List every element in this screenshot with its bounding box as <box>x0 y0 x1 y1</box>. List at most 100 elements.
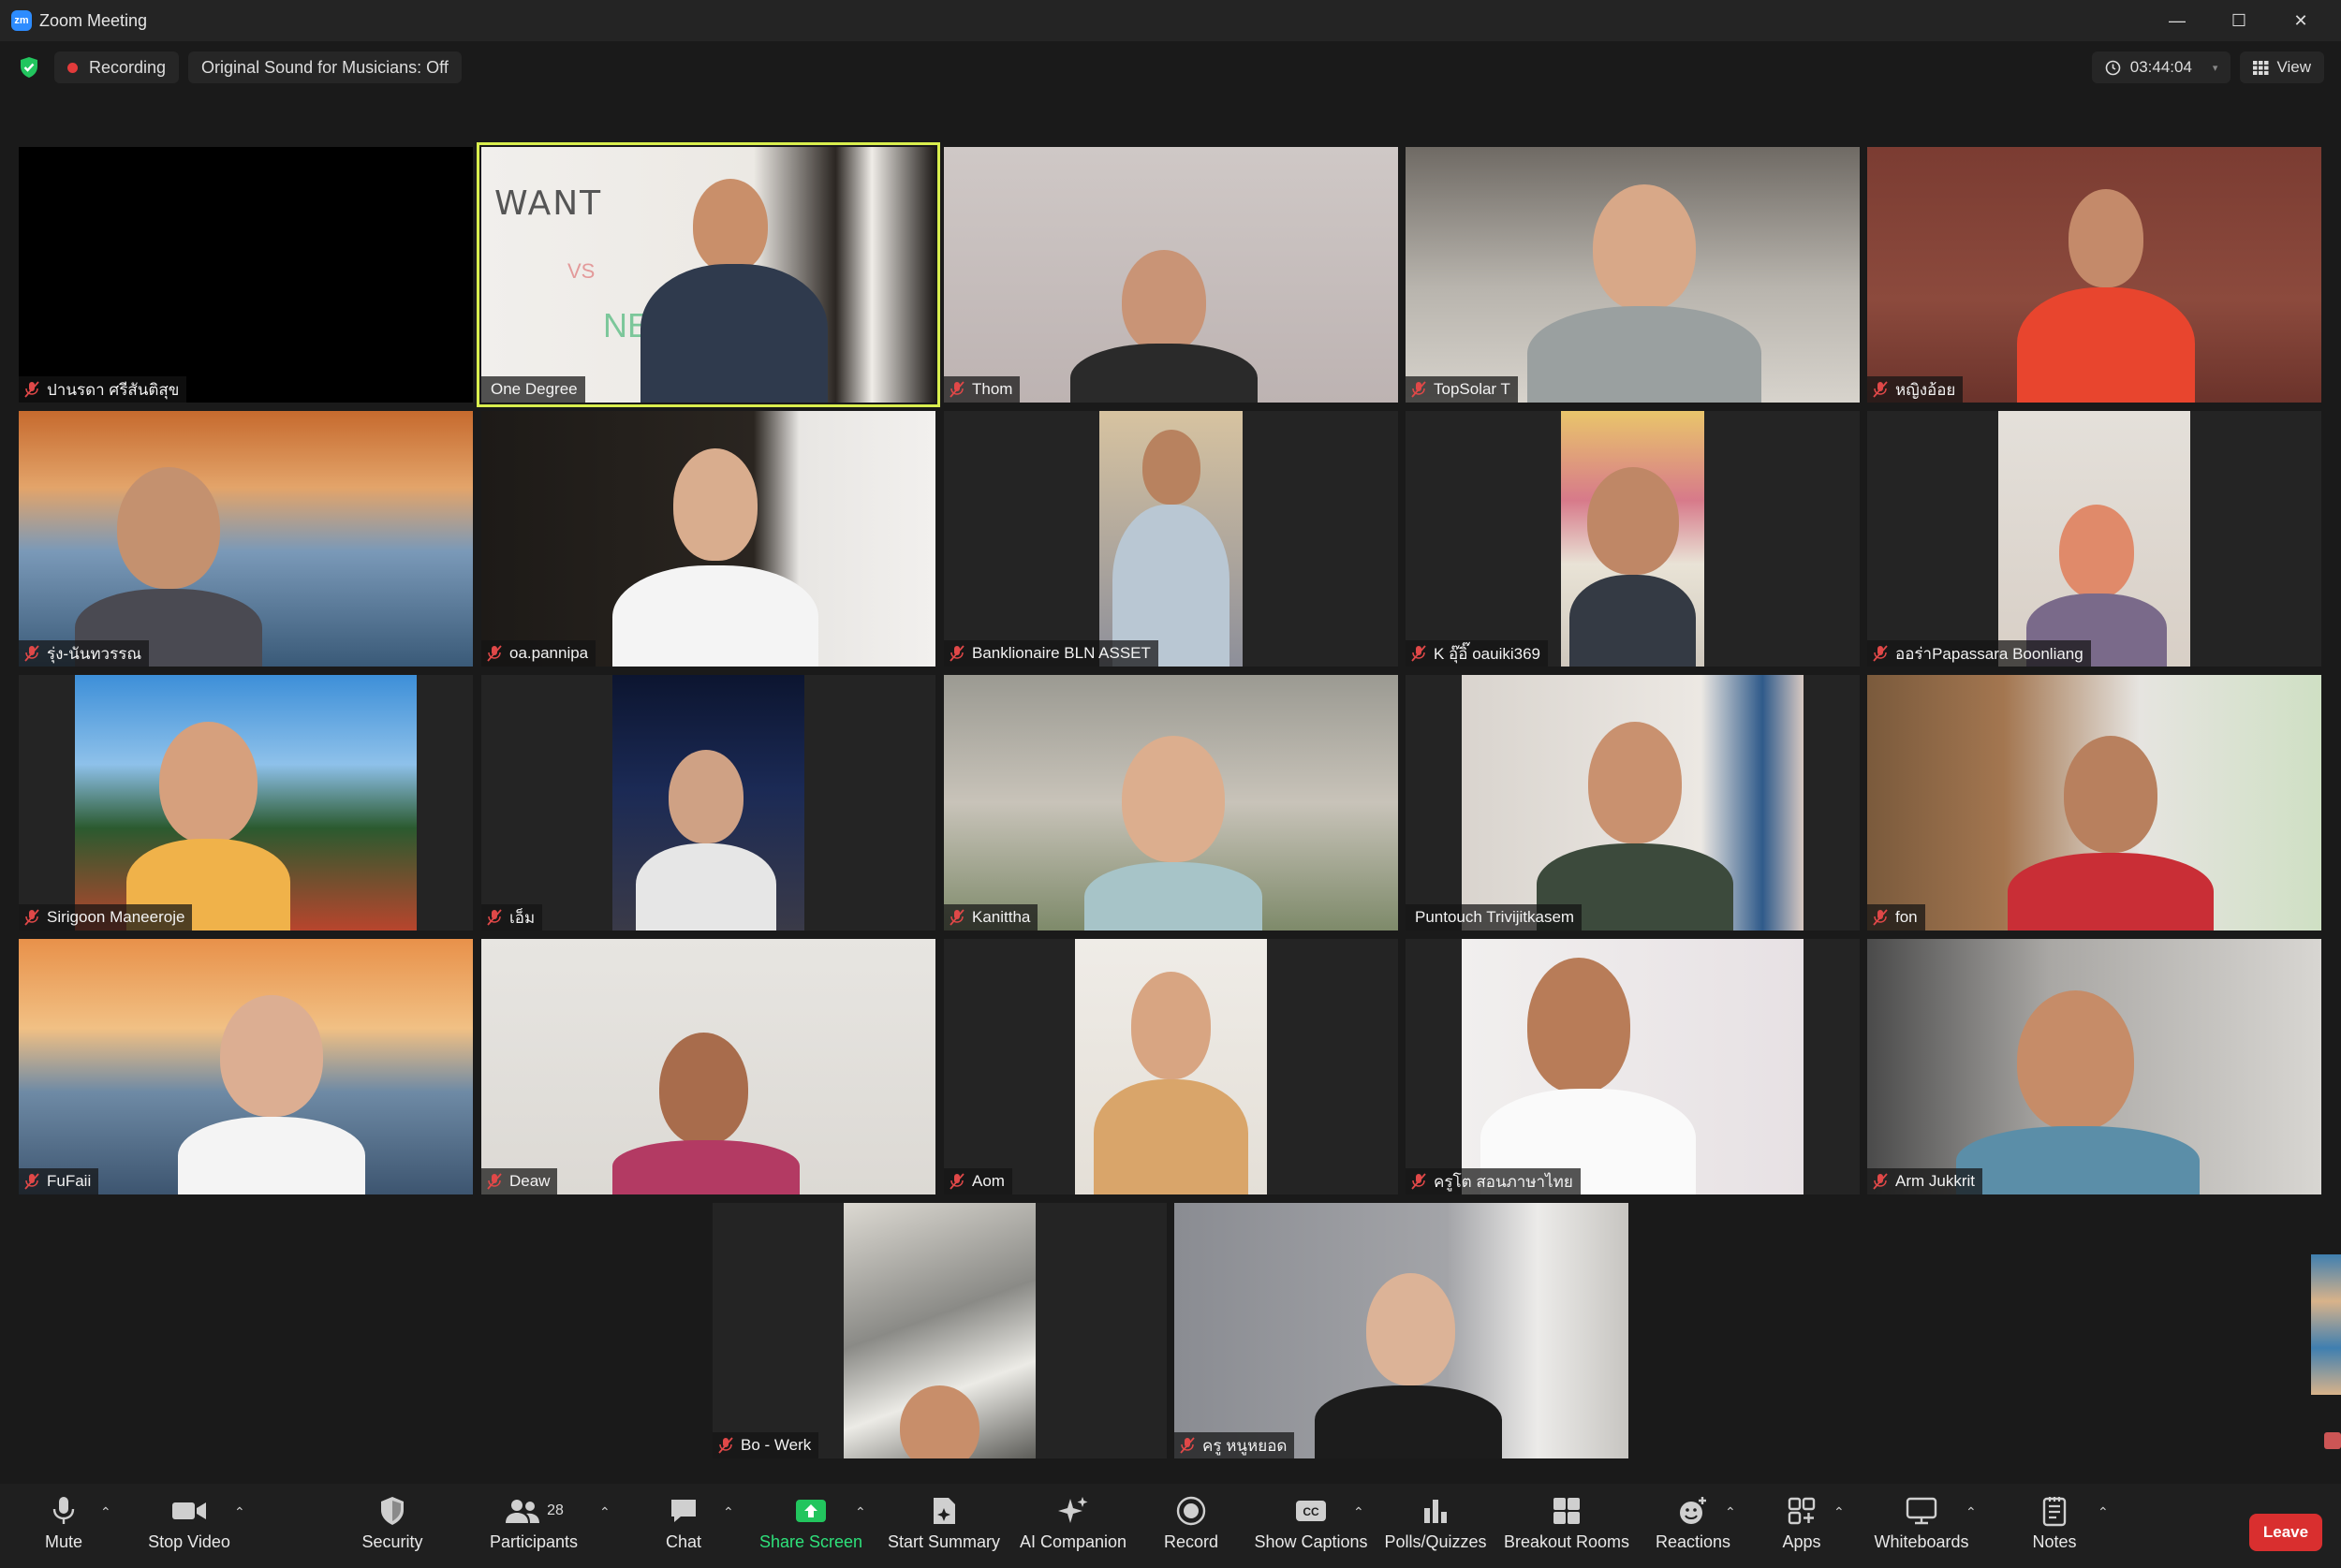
polls-quizzes-button[interactable]: Polls/Quizzes <box>1375 1495 1496 1552</box>
participant-name-bar: Sirigoon Maneeroje <box>19 904 193 931</box>
apps-label: Apps <box>1782 1532 1821 1551</box>
participant-name: FuFaii <box>47 1172 92 1190</box>
start-summary-button[interactable]: Start Summary <box>883 1495 1005 1552</box>
participant-tile[interactable]: FuFaii <box>19 939 473 1194</box>
share-screen-button[interactable]: Share Screen <box>750 1495 872 1552</box>
breakout-rooms-button[interactable]: Breakout Rooms <box>1504 1495 1629 1552</box>
participant-tile[interactable]: ออร่าPapassara Boonliang <box>1867 411 2321 667</box>
security-button[interactable]: Security <box>331 1495 453 1552</box>
minimize-button[interactable]: — <box>2146 0 2208 41</box>
participant-tile[interactable]: Thom <box>944 147 1398 403</box>
participant-video <box>178 1117 365 1194</box>
chevron-down-icon: ▾ <box>2212 62 2218 74</box>
participant-name: K อุ๊อิ๊ oauiki369 <box>1434 644 1540 663</box>
participant-name: ครูโต สอนภาษาไทย <box>1434 1172 1573 1191</box>
mic-muted-icon <box>718 1437 733 1454</box>
captions-options-chevron-icon[interactable]: ⌃ <box>1353 1504 1364 1520</box>
video-camera-icon <box>172 1502 206 1519</box>
whiteboards-button[interactable]: Whiteboards <box>1861 1495 1982 1552</box>
participant-video <box>1593 184 1696 311</box>
mic-muted-icon <box>1180 1437 1195 1454</box>
meeting-timer[interactable]: 03:44:04 ▾ <box>2091 51 2231 83</box>
participant-name: Deaw <box>509 1172 551 1190</box>
video-options-chevron-icon[interactable]: ⌃ <box>234 1504 245 1520</box>
participant-name-bar: ครูโต สอนภาษาไทย <box>1406 1168 1581 1194</box>
maximize-button[interactable]: ☐ <box>2208 0 2270 41</box>
share-screen-icon <box>796 1500 826 1522</box>
mute-options-chevron-icon[interactable]: ⌃ <box>100 1504 111 1520</box>
participant-name-bar: oa.pannipa <box>481 640 596 667</box>
microphone-icon <box>52 1497 75 1524</box>
participant-tile[interactable]: ครูโต สอนภาษาไทย <box>1406 939 1860 1194</box>
participant-tile[interactable]: TopSolar T <box>1406 147 1860 403</box>
participant-name-bar: FuFaii <box>19 1168 99 1194</box>
participant-tile[interactable]: ปานรดา ศรีสันติสุข <box>19 147 473 403</box>
participant-tile[interactable]: Arm Jukkrit <box>1867 939 2321 1194</box>
recording-indicator[interactable]: Recording <box>54 51 180 83</box>
ai-companion-button[interactable]: AI Companion <box>1012 1495 1134 1552</box>
notes-options-chevron-icon[interactable]: ⌃ <box>2098 1504 2109 1520</box>
participant-name: fon <box>1895 908 1918 926</box>
participant-name-bar: ครู หนูหยอด <box>1174 1432 1295 1458</box>
chat-label: Chat <box>665 1532 702 1551</box>
whiteboard-text: WANT <box>494 184 603 223</box>
participant-name-bar: Bo - Werk <box>713 1432 819 1458</box>
notes-icon <box>2042 1497 2067 1527</box>
participant-tile[interactable]: ครู หนูหยอด <box>1174 1203 1628 1458</box>
participant-tile[interactable]: oa.pannipa <box>481 411 935 667</box>
participants-button[interactable]: 28 Participants <box>473 1495 595 1552</box>
reactions-options-chevron-icon[interactable]: ⌃ <box>1725 1504 1736 1520</box>
stop-video-button[interactable]: Stop Video <box>128 1495 250 1552</box>
participant-name: Sirigoon Maneeroje <box>47 908 185 926</box>
participant-tile[interactable]: Kanittha <box>944 675 1398 931</box>
participant-video <box>220 995 323 1117</box>
svg-text:CC: CC <box>1303 1505 1319 1518</box>
participant-tile[interactable]: Deaw <box>481 939 935 1194</box>
participant-tile[interactable]: Sirigoon Maneeroje <box>19 675 473 931</box>
summary-document-icon <box>934 1498 955 1524</box>
participant-video <box>1142 430 1200 505</box>
side-panel-edge[interactable] <box>2305 1170 2341 1470</box>
participant-tile[interactable]: Puntouch Trivijitkasem <box>1406 675 1860 931</box>
participant-tile[interactable]: Bo - Werk <box>713 1203 1167 1458</box>
security-label: Security <box>361 1532 423 1551</box>
participant-tile[interactable]: Banklionaire BLN ASSET <box>944 411 1398 667</box>
view-button[interactable]: View <box>2240 51 2324 83</box>
window-title: Zoom Meeting <box>39 10 148 30</box>
whiteboard-icon <box>1906 1497 1937 1525</box>
participant-video <box>1094 1079 1248 1194</box>
chat-options-chevron-icon[interactable]: ⌃ <box>723 1504 734 1520</box>
whiteboard-text: VS <box>567 259 596 283</box>
record-button[interactable]: Record <box>1130 1495 1252 1552</box>
participant-name: One Degree <box>491 380 578 398</box>
participant-video <box>1315 1385 1502 1458</box>
participant-tile[interactable]: รุ่ง-นันทวรรณ <box>19 411 473 667</box>
mic-muted-icon <box>1873 645 1888 662</box>
participant-name-bar: รุ่ง-นันทวรรณ <box>19 640 150 667</box>
participant-tile[interactable]: WANT VS NE One Degree <box>481 147 935 403</box>
participant-name-bar: TopSolar T <box>1406 376 1518 403</box>
participant-video <box>1122 736 1225 862</box>
closed-captions-icon: CC <box>1296 1501 1326 1521</box>
apps-options-chevron-icon[interactable]: ⌃ <box>1833 1504 1845 1520</box>
participant-name-bar: Puntouch Trivijitkasem <box>1406 904 1583 931</box>
participant-tile[interactable]: K อุ๊อิ๊ oauiki369 <box>1406 411 1860 667</box>
participant-name: หญิงอ้อย <box>1895 380 1956 399</box>
participant-video <box>2008 853 2214 931</box>
participant-tile[interactable]: เอ็ม <box>481 675 935 931</box>
original-sound-toggle[interactable]: Original Sound for Musicians: Off <box>188 51 462 83</box>
participant-tile[interactable]: หญิงอ้อย <box>1867 147 2321 403</box>
close-button[interactable]: ✕ <box>2270 0 2332 41</box>
participant-name-bar: ปานรดา ศรีสันติสุข <box>19 376 187 403</box>
participant-tile[interactable]: Aom <box>944 939 1398 1194</box>
share-options-chevron-icon[interactable]: ⌃ <box>855 1504 866 1520</box>
encryption-shield-icon[interactable] <box>19 56 39 79</box>
participant-name: Kanittha <box>972 908 1031 926</box>
participants-options-chevron-icon[interactable]: ⌃ <box>599 1504 611 1520</box>
apps-icon <box>1788 1497 1816 1525</box>
mic-muted-icon <box>950 645 964 662</box>
start-summary-label: Start Summary <box>887 1532 1001 1551</box>
participant-tile[interactable]: fon <box>1867 675 2321 931</box>
whiteboards-options-chevron-icon[interactable]: ⌃ <box>1966 1504 1977 1520</box>
leave-button[interactable]: Leave <box>2249 1514 2322 1551</box>
